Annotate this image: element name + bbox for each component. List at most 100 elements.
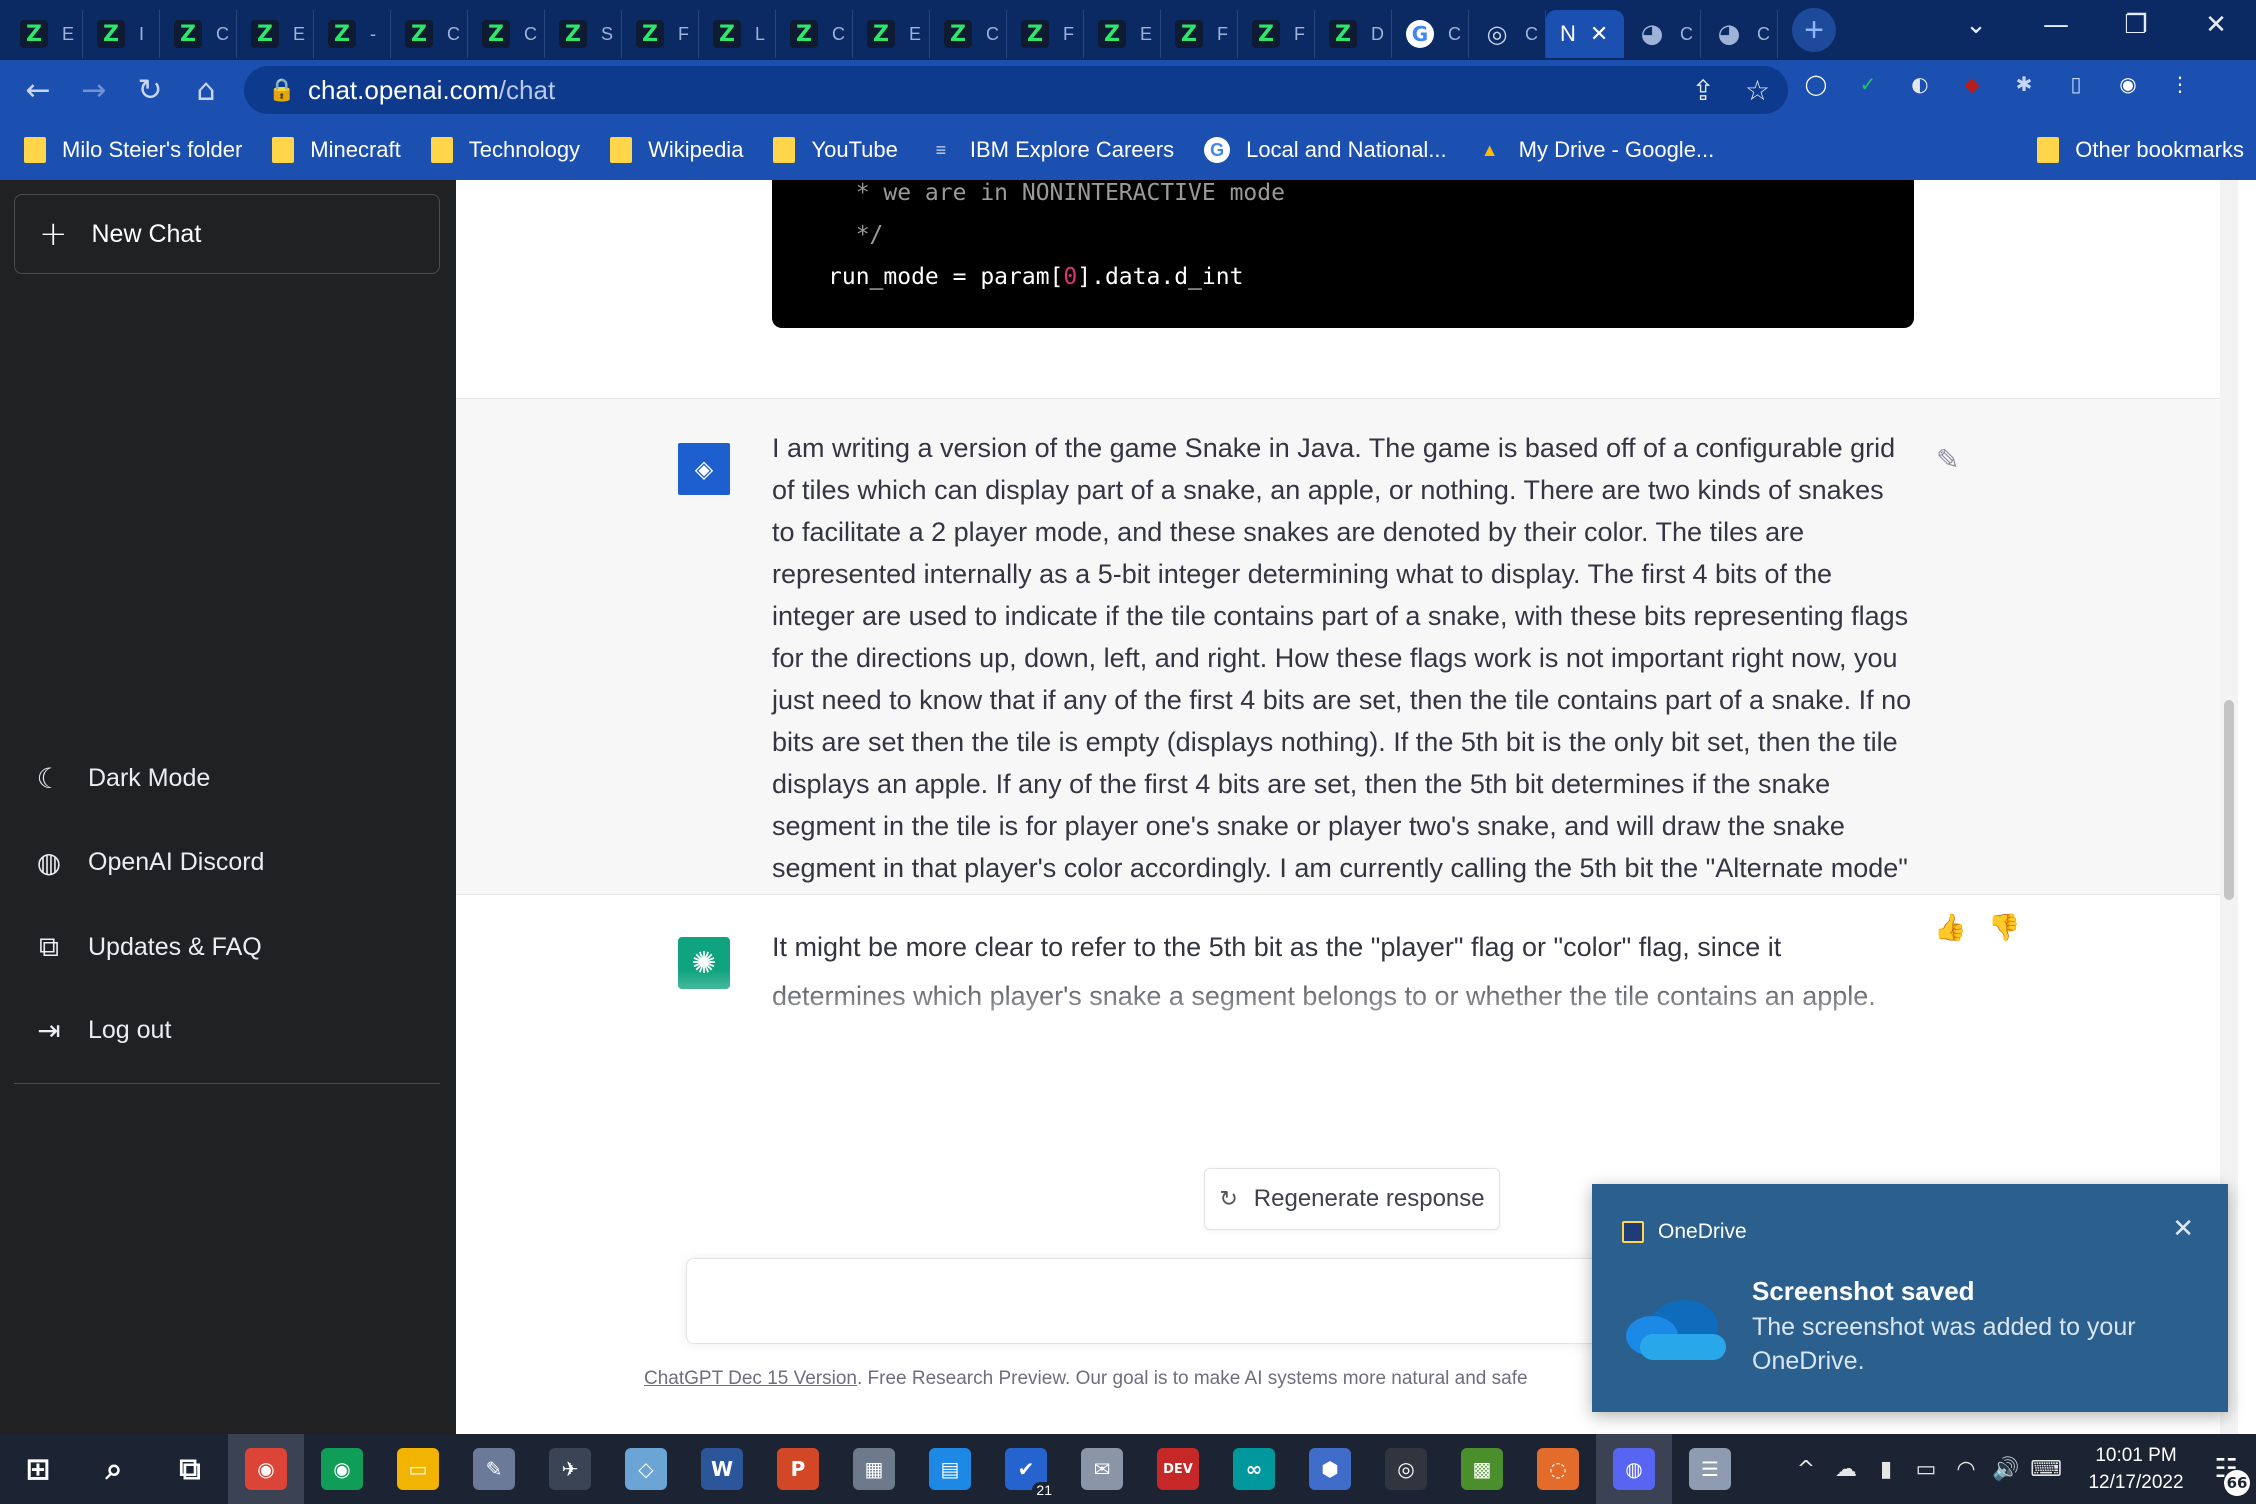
- bookmark-star-icon[interactable]: ☆: [1745, 74, 1770, 107]
- share-icon[interactable]: ⇪: [1691, 74, 1714, 107]
- keyboard-icon[interactable]: ⌨: [2026, 1457, 2066, 1482]
- tab-search-icon[interactable]: ⌄: [1936, 0, 2016, 50]
- taskbar-powerpoint[interactable]: P: [760, 1434, 836, 1504]
- edit-icon[interactable]: ✎: [1936, 443, 1959, 476]
- check-extension-icon[interactable]: ✓: [1852, 68, 1884, 100]
- home-icon[interactable]: ⌂: [178, 62, 234, 118]
- taskbar-windows-start[interactable]: ⊞: [0, 1434, 76, 1504]
- back-icon[interactable]: ←: [10, 62, 66, 118]
- forward-icon[interactable]: →: [66, 62, 122, 118]
- taskbar-search[interactable]: ⌕: [76, 1434, 152, 1504]
- browser-tab[interactable]: ZF: [1238, 10, 1315, 58]
- lock-icon[interactable]: 🔒: [268, 77, 308, 103]
- browser-tab[interactable]: ◕ C: [1624, 10, 1701, 58]
- bookmark-item[interactable]: Wikipedia: [610, 137, 743, 163]
- browser-tab[interactable]: ZF: [1007, 10, 1084, 58]
- taskbar-word[interactable]: W: [684, 1434, 760, 1504]
- browser-tab[interactable]: ◕ C: [1701, 10, 1778, 58]
- browser-tab[interactable]: ZI: [83, 10, 160, 58]
- notification-center-icon[interactable]: ☷ 66: [2196, 1434, 2256, 1504]
- taskbar-chrome-profile-2[interactable]: ◉: [304, 1434, 380, 1504]
- toggle-extension-icon[interactable]: ◐: [1904, 68, 1936, 100]
- ring-extension-icon[interactable]: ◯: [1800, 68, 1832, 100]
- taskbar-cube-app[interactable]: ⬢: [1292, 1434, 1368, 1504]
- browser-tab[interactable]: ZC: [391, 10, 468, 58]
- browser-tab[interactable]: ZF: [622, 10, 699, 58]
- thumbs-down-icon[interactable]: 👎: [1988, 913, 2020, 943]
- active-browser-tab[interactable]: N ✕: [1546, 10, 1624, 58]
- browser-tab[interactable]: ZE: [853, 10, 930, 58]
- red-extension-icon[interactable]: ◆: [1956, 68, 1988, 100]
- taskbar-notes[interactable]: ◇: [608, 1434, 684, 1504]
- bookmark-item[interactable]: Milo Steier's folder: [24, 137, 242, 163]
- taskbar-orbit-app[interactable]: ◌: [1520, 1434, 1596, 1504]
- onedrive-notification[interactable]: OneDrive ✕ Screenshot saved The screensh…: [1592, 1184, 2228, 1412]
- new-tab-button[interactable]: +: [1792, 8, 1836, 52]
- taskbar-calendar[interactable]: ▤: [912, 1434, 988, 1504]
- toast-close-icon[interactable]: ✕: [2172, 1214, 2194, 1244]
- bookmark-item[interactable]: Technology: [430, 137, 580, 163]
- taskbar-mail[interactable]: ✉: [1064, 1434, 1140, 1504]
- taskbar-calculator[interactable]: ▦: [836, 1434, 912, 1504]
- profile-icon[interactable]: ◉: [2112, 68, 2144, 100]
- browser-tab[interactable]: GC: [1392, 10, 1469, 58]
- minimize-button[interactable]: —: [2016, 0, 2096, 50]
- version-link[interactable]: ChatGPT Dec 15 Version: [644, 1368, 857, 1389]
- onedrive-tray-icon[interactable]: ☁: [1826, 1457, 1866, 1482]
- address-bar[interactable]: 🔒 chat.openai.com/chat ⇪ ☆: [244, 66, 1788, 114]
- close-window-button[interactable]: ✕: [2176, 0, 2256, 50]
- taskbar-discord[interactable]: ◍: [1596, 1434, 1672, 1504]
- bookmark-item[interactable]: ▲ My Drive - Google...: [1477, 137, 1715, 163]
- browser-tab[interactable]: ZL: [699, 10, 776, 58]
- taskbar-chrome-profile-1[interactable]: ◉: [228, 1434, 304, 1504]
- thumbs-up-icon[interactable]: 👍: [1934, 913, 1966, 943]
- browser-tab[interactable]: Z-: [314, 10, 391, 58]
- browser-tab[interactable]: ZS: [545, 10, 622, 58]
- tab-close-icon[interactable]: ✕: [1590, 21, 1608, 47]
- log-out-button[interactable]: ⇥ Log out: [34, 1014, 171, 1047]
- puzzle-extension-icon[interactable]: ✱: [2008, 68, 2040, 100]
- scrollbar-thumb[interactable]: [2224, 700, 2234, 900]
- taskbar-file-explorer[interactable]: ▭: [380, 1434, 456, 1504]
- taskbar-arduino[interactable]: ∞: [1216, 1434, 1292, 1504]
- volume-icon[interactable]: 🔊: [1986, 1457, 2026, 1482]
- taskbar-dev-cpp[interactable]: DEV: [1140, 1434, 1216, 1504]
- browser-tab[interactable]: ◎ C: [1469, 10, 1546, 58]
- regenerate-response-button[interactable]: ↻ Regenerate response: [1204, 1168, 1500, 1230]
- taskbar-minecraft[interactable]: ▩: [1444, 1434, 1520, 1504]
- battery-icon[interactable]: ▭: [1906, 1457, 1946, 1482]
- sidepanel-icon[interactable]: ▯: [2060, 68, 2092, 100]
- toast-body: The screenshot was added to your OneDriv…: [1752, 1313, 2136, 1375]
- tray-app-icon[interactable]: ▮: [1866, 1457, 1906, 1482]
- clock[interactable]: 10:01 PM 12/17/2022: [2076, 1442, 2196, 1496]
- taskbar-obs[interactable]: ◎: [1368, 1434, 1444, 1504]
- browser-tab[interactable]: ZC: [776, 10, 853, 58]
- browser-tab[interactable]: ZE: [237, 10, 314, 58]
- updates-faq-link[interactable]: ⧉ Updates & FAQ: [34, 930, 262, 964]
- reload-icon[interactable]: ↻: [122, 62, 178, 118]
- menu-icon[interactable]: ⋮: [2164, 68, 2196, 100]
- openai-discord-link[interactable]: ◍ OpenAI Discord: [34, 846, 265, 879]
- browser-tab[interactable]: ZE: [1084, 10, 1161, 58]
- taskbar-paint[interactable]: ✎: [456, 1434, 532, 1504]
- other-bookmarks[interactable]: Other bookmarks: [2037, 137, 2244, 163]
- browser-tab[interactable]: ZD: [1315, 10, 1392, 58]
- browser-tab[interactable]: ZC: [468, 10, 545, 58]
- taskbar-todo[interactable]: ✔ 21: [988, 1434, 1064, 1504]
- bookmark-item[interactable]: YouTube: [773, 137, 898, 163]
- restore-button[interactable]: ❐: [2096, 0, 2176, 50]
- bookmark-item[interactable]: Minecraft: [272, 137, 401, 163]
- taskbar-notepad[interactable]: ☰: [1672, 1434, 1748, 1504]
- browser-tab[interactable]: ZF: [1161, 10, 1238, 58]
- bookmark-item[interactable]: G Local and National...: [1204, 137, 1447, 163]
- browser-tab[interactable]: ZC: [930, 10, 1007, 58]
- show-hidden-icons[interactable]: ^: [1786, 1457, 1826, 1482]
- browser-tab[interactable]: ZC: [160, 10, 237, 58]
- browser-tab[interactable]: ZE: [6, 10, 83, 58]
- taskbar-task-view[interactable]: ⧉: [152, 1434, 228, 1504]
- taskbar-app-tool[interactable]: ✈: [532, 1434, 608, 1504]
- dark-mode-button[interactable]: ☾ Dark Mode: [34, 762, 210, 795]
- new-chat-button[interactable]: + New Chat: [14, 194, 440, 274]
- wifi-icon[interactable]: ◠: [1946, 1457, 1986, 1482]
- bookmark-item[interactable]: ≡ IBM Explore Careers: [928, 137, 1174, 163]
